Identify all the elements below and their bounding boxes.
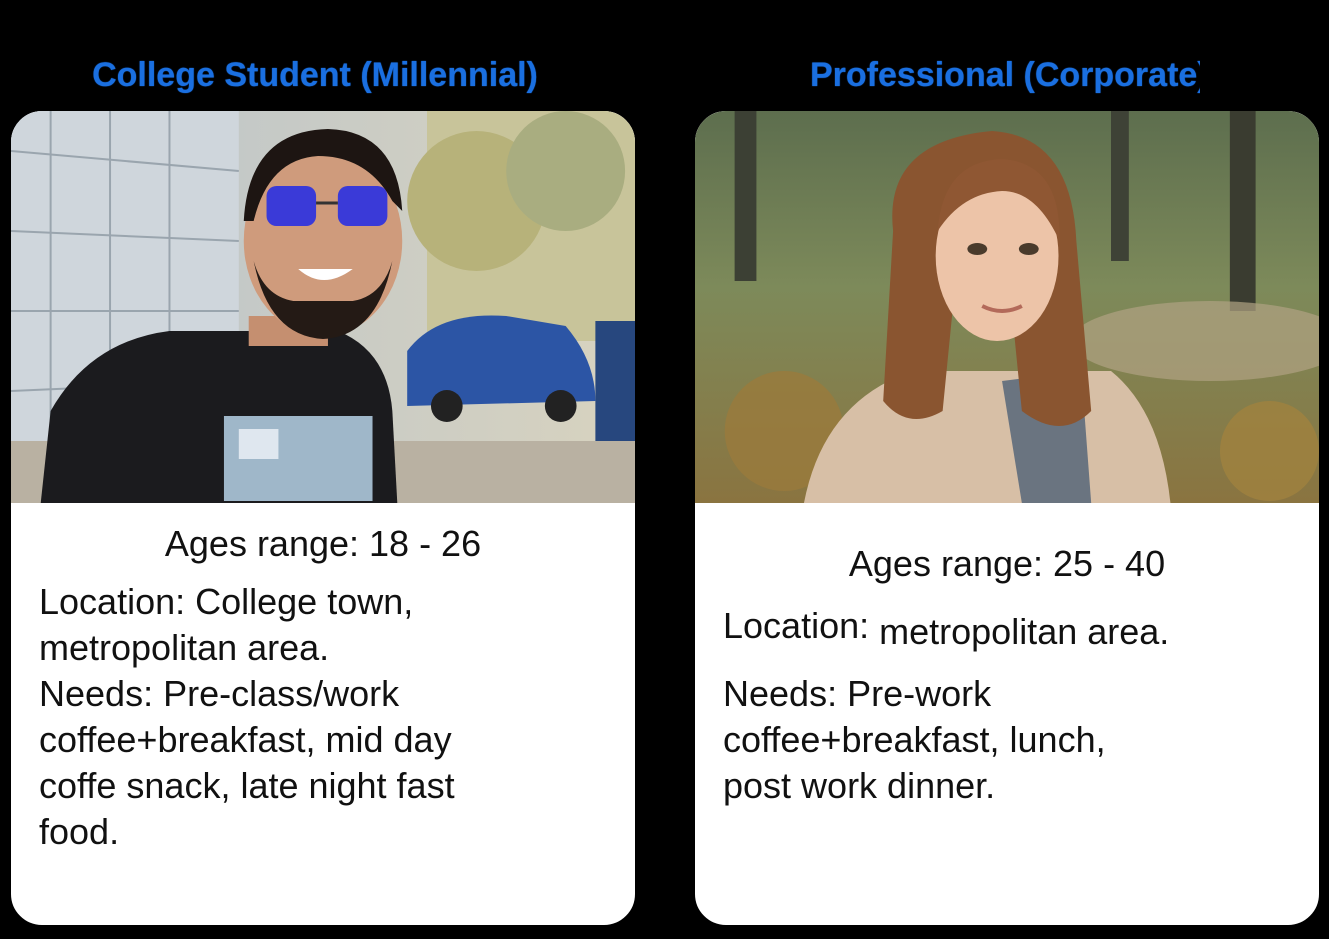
student-location-line-2: metropolitan area. xyxy=(39,627,330,668)
professional-location: Location: metropolitan area. xyxy=(695,603,1319,652)
professional-needs-line-1: Needs: Pre-work xyxy=(723,673,992,714)
student-location-line-1: Location: College town, xyxy=(39,581,414,622)
student-needs-line-1: Needs: Pre-class/work xyxy=(39,673,400,714)
student-ages-range: Ages range: 18 - 26 xyxy=(164,523,482,564)
persona-card-student: Ages range: 18 - 26 Location: College to… xyxy=(8,108,638,928)
professional-ages-range: Ages range: 25 - 40 xyxy=(848,543,1166,584)
persona-title-student: College Student (Millennial) xyxy=(92,56,538,94)
professional-needs-line-2: coffee+breakfast, lunch, xyxy=(723,719,1106,760)
student-needs-line-3: coffe snack, late night fast xyxy=(39,765,455,806)
professional-photo xyxy=(695,111,1319,503)
persona-title-professional: Professional (Corporate) xyxy=(810,56,1200,94)
professional-needs-line-3: post work dinner. xyxy=(723,765,996,806)
persona-card-professional: Ages range: 25 - 40 Location: metropolit… xyxy=(692,108,1322,928)
professional-location-value: metropolitan area. xyxy=(879,611,1170,652)
student-needs-line-4: food. xyxy=(39,811,120,852)
student-photo xyxy=(11,111,635,503)
student-needs-line-2: coffee+breakfast, mid day xyxy=(39,719,452,760)
professional-location-label: Location: xyxy=(723,605,870,646)
